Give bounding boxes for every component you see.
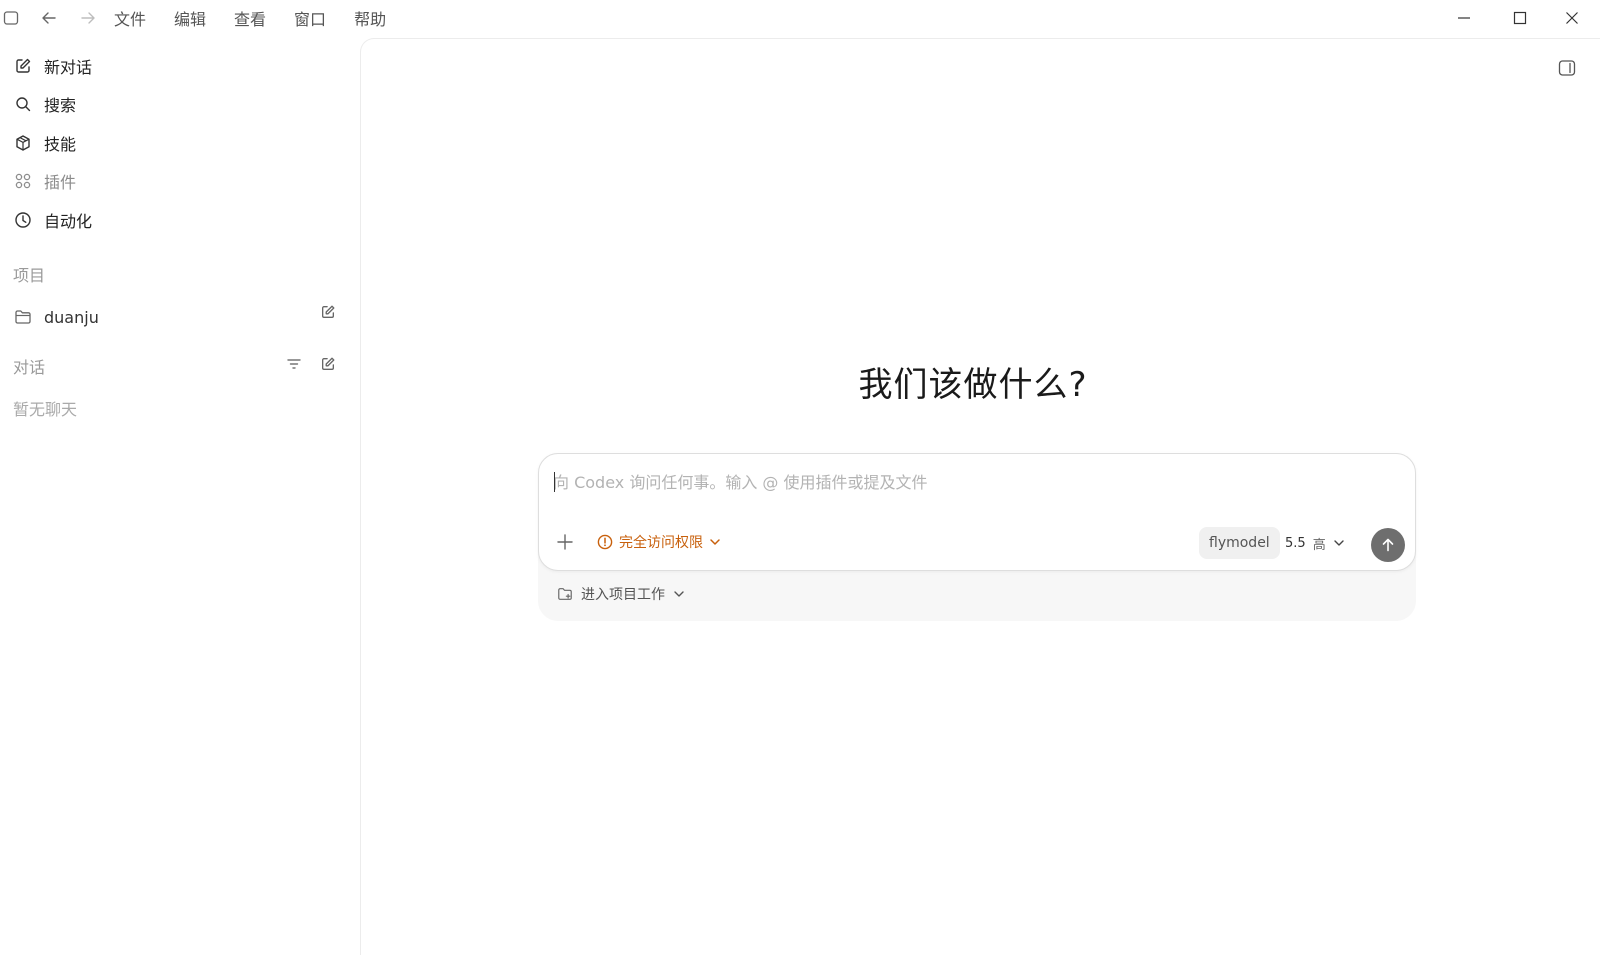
access-permission-dropdown[interactable]: 完全访问权限 — [597, 530, 721, 554]
menu-view[interactable]: 查看 — [234, 6, 266, 30]
folder-plus-icon — [558, 588, 572, 600]
project-name: duanju — [44, 307, 99, 327]
title-bar: 文件 编辑 查看 窗口 帮助 — [0, 0, 1600, 36]
panel-toggle-icon — [1558, 60, 1576, 76]
sidebar-item-skills[interactable]: 技能 — [12, 126, 342, 160]
empty-chats-note: 暂无聊天 — [13, 400, 78, 419]
maximize-icon — [1513, 11, 1527, 25]
close-icon — [1566, 12, 1578, 24]
forward-arrow-icon[interactable] — [79, 9, 97, 27]
model-version-dropdown[interactable]: 5.5 高 — [1285, 530, 1345, 556]
app-window: 文件 编辑 查看 窗口 帮助 新对话 搜索 技能 插件 自动化 项目 duanj… — [0, 0, 1600, 955]
folder-icon — [15, 310, 31, 324]
skills-cube-icon — [16, 135, 30, 151]
text-caret — [554, 472, 555, 492]
menu-bar: 文件 编辑 查看 窗口 帮助 — [114, 0, 386, 36]
sidebar: 新对话 搜索 技能 插件 自动化 项目 duanju 对话 暂无聊天 — [0, 36, 360, 955]
project-new-chat-button[interactable] — [318, 302, 338, 322]
sidebar-item-plugins[interactable]: 插件 — [12, 164, 342, 198]
model-chip[interactable]: flymodel — [1199, 527, 1280, 559]
enter-project-dropdown[interactable]: 进入项目工作 — [557, 583, 685, 605]
chevron-down-icon — [710, 539, 720, 545]
main-panel: 我们该做什么? 完全访问权限 — [360, 38, 1600, 955]
menu-window[interactable]: 窗口 — [294, 6, 326, 30]
reasoning-effort: 高 — [1312, 537, 1326, 553]
projects-section-label: 项目 — [13, 266, 46, 285]
add-attachment-button[interactable] — [554, 531, 576, 553]
sidebar-item-automation[interactable]: 自动化 — [12, 203, 342, 237]
menu-file[interactable]: 文件 — [114, 6, 146, 30]
warning-circle-icon — [597, 534, 613, 550]
new-chat-button[interactable] — [318, 354, 338, 374]
sidebar-item-new-chat[interactable]: 新对话 — [12, 49, 342, 83]
sidebar-item-label: 搜索 — [44, 96, 77, 115]
sidebar-item-label: 技能 — [44, 135, 77, 154]
filter-chats-button[interactable] — [284, 354, 304, 374]
project-item-duanju[interactable]: duanju — [12, 300, 345, 334]
close-button[interactable] — [1544, 0, 1600, 36]
prompt-input[interactable] — [553, 468, 1393, 496]
right-panel-toggle-button[interactable] — [1556, 57, 1578, 79]
sidebar-item-label: 自动化 — [44, 212, 93, 231]
sidebar-item-label: 新对话 — [44, 58, 93, 77]
chevron-down-icon — [674, 591, 684, 597]
sidebar-toggle-icon[interactable] — [2, 9, 20, 27]
chats-section-label: 对话 — [13, 358, 46, 377]
filter-icon — [287, 359, 301, 369]
new-chat-icon — [16, 58, 31, 73]
model-version: 5.5 — [1285, 535, 1306, 551]
composer-container: 完全访问权限 flymodel 5.5 高 — [538, 453, 1416, 621]
composer: 完全访问权限 flymodel 5.5 高 — [538, 453, 1416, 571]
chevron-down-icon — [1334, 540, 1344, 546]
send-button[interactable] — [1371, 528, 1405, 562]
compose-icon — [322, 357, 335, 370]
clock-icon — [15, 212, 31, 228]
plugins-grid-icon — [15, 173, 31, 189]
menu-help[interactable]: 帮助 — [354, 6, 386, 30]
access-permission-label: 完全访问权限 — [619, 535, 703, 551]
enter-project-label: 进入项目工作 — [581, 587, 665, 603]
sidebar-item-search[interactable]: 搜索 — [12, 87, 342, 121]
sidebar-item-label: 插件 — [44, 173, 77, 192]
page-title: 我们该做什么? — [858, 365, 1088, 405]
maximize-button[interactable] — [1492, 0, 1548, 36]
compose-icon — [322, 305, 335, 318]
search-icon — [16, 97, 31, 112]
arrow-up-icon — [1382, 538, 1394, 552]
back-arrow-icon[interactable] — [40, 9, 58, 27]
minimize-button[interactable] — [1436, 0, 1492, 36]
menu-edit[interactable]: 编辑 — [174, 6, 206, 30]
minimize-icon — [1458, 17, 1470, 19]
plus-icon — [557, 534, 573, 550]
